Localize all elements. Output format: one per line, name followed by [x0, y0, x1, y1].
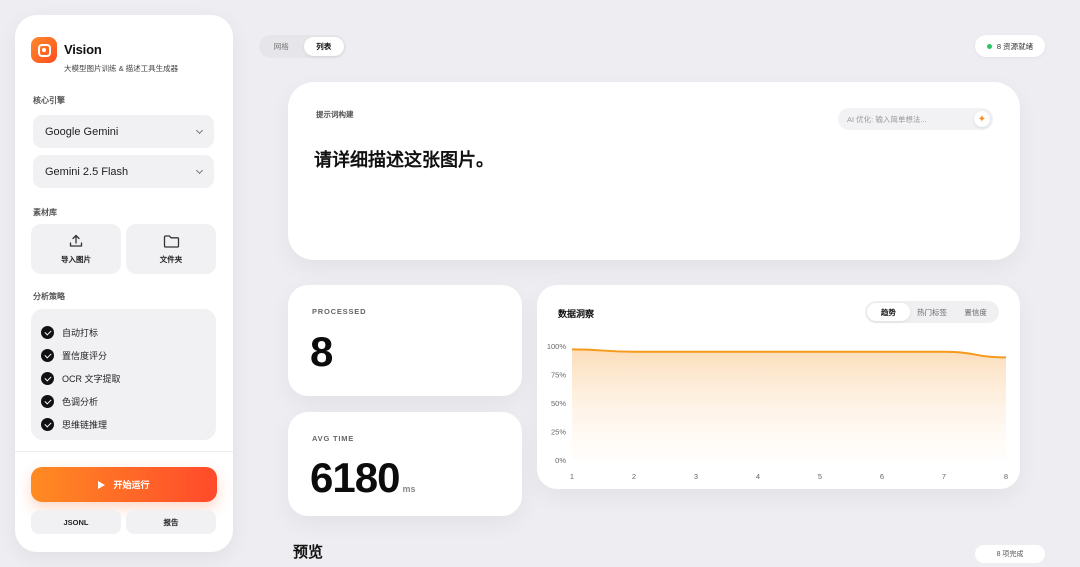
status-dot-icon: [986, 43, 992, 49]
chevron-down-icon: [195, 126, 204, 134]
preview-count-badge: 8 项完成: [975, 545, 1045, 563]
provider-select-value: Google Gemini: [45, 125, 119, 138]
report-button[interactable]: 报告: [126, 510, 216, 534]
x-tick-label: 3: [694, 472, 698, 481]
checkbox-checked-icon[interactable]: [41, 349, 54, 362]
strategy-auto-tag[interactable]: 自动打标: [41, 321, 216, 344]
strategy-section-label: 分析策略: [33, 292, 65, 301]
folder-icon: [163, 234, 179, 248]
avg-time-label: AVG TIME: [312, 434, 355, 443]
folder-button[interactable]: 文件夹: [126, 224, 216, 274]
prompt-builder-card: 提示词构建 AI 优化: 输入简单想法... ✦ 请详细描述这张图片。: [288, 82, 1020, 260]
tab-trend[interactable]: 趋势: [867, 303, 910, 321]
sidebar: Vision 大模型图片训练 & 描述工具生成器 核心引擎 Google Gem…: [15, 15, 233, 552]
processed-card: PROCESSED 8: [288, 285, 522, 396]
import-images-label: 导入图片: [61, 255, 91, 264]
strategy-label: 思维链推理: [62, 420, 108, 430]
insights-title: 数据洞察: [558, 309, 595, 319]
y-tick-label: 50%: [551, 399, 566, 408]
tab-hot-tags[interactable]: 热门标签: [911, 303, 954, 321]
app-title: Vision: [64, 42, 102, 57]
checkbox-checked-icon[interactable]: [41, 326, 54, 339]
folder-label: 文件夹: [159, 254, 183, 264]
ai-optimize-input[interactable]: AI 优化: 输入简单想法... ✦: [838, 108, 993, 130]
view-toggle: 网格 列表: [259, 35, 346, 58]
avg-time-unit: ms: [402, 484, 416, 494]
x-tick-label: 8: [1004, 472, 1008, 481]
strategy-ocr[interactable]: OCR 文字提取: [41, 367, 216, 390]
processed-value: 8: [310, 328, 333, 375]
data-insights-card: 100% 75% 50% 25% 0% 1 2 3 4 5 6 7 8 数据洞察 趋势 热门标签 置信…: [537, 285, 1020, 489]
x-tick-label: 1: [570, 472, 574, 481]
strategy-color-tone[interactable]: 色调分析: [41, 390, 216, 413]
status-text: 8 资源就绪: [996, 41, 1034, 51]
strategy-checklist: 自动打标 置信度评分 OCR 文字提取 色调分析 思维链推理: [31, 309, 216, 440]
x-tick-label: 6: [880, 472, 884, 481]
provider-select[interactable]: Google Gemini: [33, 115, 214, 148]
x-tick-label: 2: [632, 472, 636, 481]
y-tick-label: 100%: [547, 342, 567, 351]
strategy-label: 自动打标: [62, 328, 99, 338]
avg-time-value: 6180: [310, 454, 400, 501]
trend-area: [572, 349, 1006, 460]
x-tick-label: 5: [818, 472, 822, 481]
x-tick-label: 4: [756, 472, 760, 481]
export-jsonl-button[interactable]: JSONL: [31, 510, 121, 534]
app-subtitle: 大模型图片训练 & 描述工具生成器: [64, 64, 179, 73]
checkbox-checked-icon[interactable]: [41, 418, 54, 431]
strategy-label: 色调分析: [62, 397, 99, 407]
checkbox-checked-icon[interactable]: [41, 395, 54, 408]
prompt-textarea[interactable]: 请详细描述这张图片。: [314, 146, 494, 172]
preview-title: 预览: [293, 544, 324, 561]
prompt-builder-label: 提示词构建: [316, 110, 354, 119]
y-tick-label: 75%: [551, 371, 566, 380]
processed-label: PROCESSED: [312, 307, 367, 316]
import-images-button[interactable]: 导入图片: [31, 224, 121, 274]
avg-time-value-wrap: 6180 ms: [310, 454, 415, 502]
avg-time-card: AVG TIME 6180 ms: [288, 412, 522, 516]
tab-confidence[interactable]: 置信度: [954, 303, 997, 321]
play-icon: [98, 480, 106, 489]
strategy-confidence[interactable]: 置信度评分: [41, 344, 216, 367]
y-tick-label: 0%: [555, 456, 566, 465]
view-grid-option[interactable]: 网格: [261, 37, 302, 56]
strategy-label: OCR 文字提取: [62, 374, 121, 384]
upload-icon: [69, 234, 83, 247]
model-select-value: Gemini 2.5 Flash: [45, 165, 129, 178]
insights-tabs: 趋势 热门标签 置信度: [865, 301, 999, 323]
sparkle-icon[interactable]: ✦: [974, 111, 990, 127]
library-section-label: 素材库: [33, 208, 57, 217]
app-logo-icon: [31, 37, 57, 63]
y-tick-label: 25%: [551, 428, 566, 437]
ai-optimize-placeholder: AI 优化: 输入简单想法...: [847, 114, 927, 124]
x-tick-label: 7: [942, 472, 946, 481]
start-run-button[interactable]: 开始运行: [31, 467, 217, 502]
sidebar-divider: [15, 451, 233, 452]
start-run-label: 开始运行: [113, 480, 150, 490]
view-list-option[interactable]: 列表: [303, 37, 344, 56]
chevron-down-icon: [195, 166, 204, 174]
model-select[interactable]: Gemini 2.5 Flash: [33, 155, 214, 188]
status-badge: 8 资源就绪: [975, 35, 1045, 57]
strategy-label: 置信度评分: [62, 351, 108, 361]
engine-section-label: 核心引擎: [33, 96, 65, 105]
checkbox-checked-icon[interactable]: [41, 372, 54, 385]
strategy-chain-of-thought[interactable]: 思维链推理: [41, 413, 216, 436]
